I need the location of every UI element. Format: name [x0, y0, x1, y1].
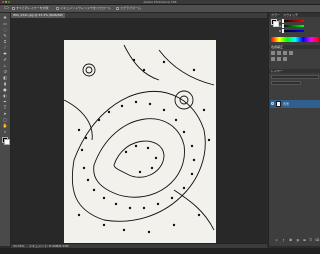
all-layers-checkbox[interactable] — [12, 7, 15, 10]
eyedropper-tool-icon[interactable]: ⁄ — [1, 45, 9, 50]
hand-tool-icon[interactable]: ✋ — [1, 123, 9, 128]
vine-right — [173, 189, 215, 231]
layer-thumbnail — [276, 101, 281, 107]
new-layer-icon[interactable]: ❐ — [309, 239, 312, 242]
tab-adjustments[interactable]: 色調補正 — [271, 45, 283, 49]
levels-icon[interactable] — [277, 51, 281, 55]
blue-slider[interactable] — [282, 29, 304, 33]
green-slider-thumb[interactable] — [282, 24, 284, 28]
layer-name: 背景 — [283, 102, 290, 106]
black-white-icon[interactable] — [283, 57, 287, 61]
brush-tool-icon[interactable]: ✐ — [1, 57, 9, 62]
layer-filter-field[interactable] — [271, 75, 319, 79]
eye-icon[interactable] — [271, 102, 274, 105]
tab-color[interactable]: カラー — [271, 13, 280, 17]
all-layers-label: すべてのレイヤーを対象 — [16, 6, 49, 10]
lock-row — [271, 87, 319, 91]
fx-icon[interactable]: ƒ — [282, 239, 285, 242]
zoom-tool-icon[interactable]: ⌕ — [1, 129, 9, 134]
pen-tool-icon[interactable]: ✒ — [1, 99, 9, 104]
sun-circle — [82, 63, 96, 77]
flower-circle — [174, 90, 194, 110]
doodle-artwork — [64, 44, 215, 234]
scrubby-zoom-checkbox[interactable] — [116, 7, 119, 10]
background-color-swatch[interactable] — [4, 139, 10, 145]
color-balance-icon[interactable] — [277, 57, 281, 61]
options-bar: ▭ すべてのレイヤーを対象 ドキュメントウィンドウをスクロール スクラブズーム — [0, 5, 320, 13]
right-panels: カラー スウォッチ R G B 色調補正 レイヤー 背景 ∞ ƒ ◘ ◑ ▬ ❐… — [268, 13, 320, 246]
tab-layers[interactable]: レイヤー — [271, 69, 283, 73]
vine-top-left — [123, 44, 160, 81]
adjustment-icons — [271, 51, 319, 65]
marquee-tool-icon[interactable]: ▭ — [1, 21, 9, 26]
lasso-tool-icon[interactable]: ◌ — [1, 27, 9, 32]
blend-mode-select[interactable] — [271, 81, 301, 85]
canvas-area[interactable] — [11, 18, 267, 244]
healing-brush-tool-icon[interactable]: ✚ — [1, 51, 9, 56]
red-slider-thumb[interactable] — [282, 19, 284, 23]
layer-row-background[interactable]: 背景 — [270, 100, 320, 108]
rectangle-marquee-icon[interactable]: ▭ — [4, 6, 9, 11]
gradient-tool-icon[interactable]: ▮ — [1, 81, 9, 86]
vine-top — [158, 49, 215, 86]
eraser-tool-icon[interactable]: ◧ — [1, 75, 9, 80]
move-tool-icon[interactable]: ✥ — [1, 15, 9, 20]
flower-core — [179, 95, 189, 105]
swirl-outer — [71, 90, 206, 222]
scroll-windows-checkbox[interactable] — [56, 7, 59, 10]
layers-footer: ∞ ƒ ◘ ◑ ▬ ❐ ⌫ — [271, 239, 319, 243]
quick-select-tool-icon[interactable]: ✎ — [1, 33, 9, 38]
hue-saturation-icon[interactable] — [271, 57, 275, 61]
type-tool-icon[interactable]: T — [1, 105, 9, 110]
window-title: Adobe Photoshop CS6 — [143, 0, 177, 4]
adjustments-panel-header: 色調補正 — [269, 45, 320, 49]
tools-panel: ✥ ▭ ◌ ✎ ⌗ ⁄ ✚ ✐ ⊥ ↺ ◧ ▮ ● ◐ ✒ T ➤ ▢ ✋ ⌕ — [0, 13, 11, 246]
clone-stamp-tool-icon[interactable]: ⊥ — [1, 63, 9, 68]
link-layers-icon[interactable]: ∞ — [275, 239, 278, 242]
crop-tool-icon[interactable]: ⌗ — [1, 39, 9, 44]
red-slider[interactable] — [282, 19, 304, 23]
blue-slider-thumb[interactable] — [282, 29, 284, 33]
history-brush-tool-icon[interactable]: ↺ — [1, 69, 9, 74]
layers-panel-header: レイヤー — [269, 69, 320, 73]
trash-icon[interactable]: ⌫ — [315, 239, 319, 242]
shape-tool-icon[interactable]: ▢ — [1, 117, 9, 122]
scroll-windows-label: ドキュメントウィンドウをスクロール — [60, 6, 112, 10]
bottom-strip — [0, 248, 320, 254]
green-slider[interactable] — [282, 24, 304, 28]
swirl-middle — [93, 118, 185, 198]
adjustment-layer-icon[interactable]: ◑ — [296, 239, 299, 242]
sun-core — [85, 66, 93, 74]
scrubby-zoom-label: スクラブズーム — [120, 6, 141, 10]
folder-icon[interactable]: ▬ — [303, 239, 306, 242]
color-panel-header: カラー スウォッチ — [269, 13, 320, 17]
document-canvas[interactable] — [64, 40, 216, 244]
channel-g-label: G — [279, 24, 282, 28]
vine-left — [64, 99, 93, 141]
channel-b-label: B — [279, 29, 282, 33]
blur-tool-icon[interactable]: ● — [1, 87, 9, 92]
dodge-tool-icon[interactable]: ◐ — [1, 93, 9, 98]
channel-r-label: R — [279, 19, 282, 23]
tab-swatches[interactable]: スウォッチ — [283, 13, 298, 17]
exposure-icon[interactable] — [289, 51, 293, 55]
mask-icon[interactable]: ◘ — [289, 239, 292, 242]
brightness-icon[interactable] — [271, 51, 275, 55]
path-select-tool-icon[interactable]: ➤ — [1, 111, 9, 116]
curves-icon[interactable] — [283, 51, 287, 55]
color-spectrum-bar[interactable] — [271, 37, 319, 42]
